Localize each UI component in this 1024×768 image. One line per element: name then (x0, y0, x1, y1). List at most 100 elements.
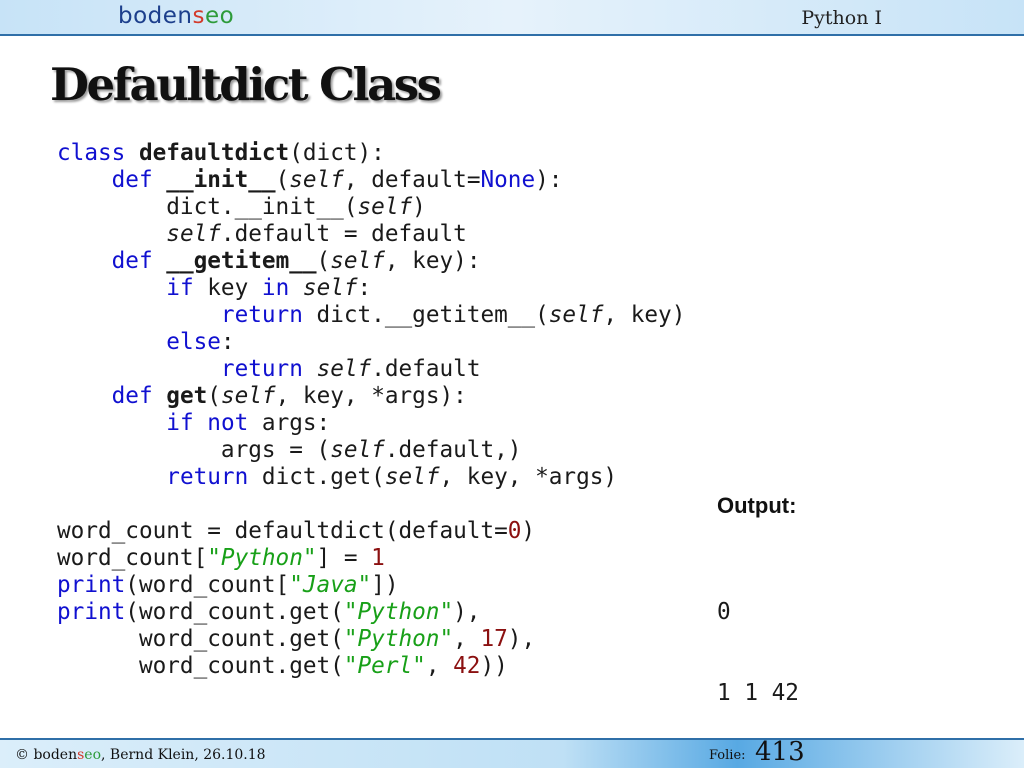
code-token: .default (371, 356, 481, 382)
code-line: args = (self.default,) (57, 437, 685, 464)
code-token: 17 (480, 626, 508, 652)
code-token: class (57, 140, 126, 166)
code-line: if not args: (57, 410, 685, 437)
code-token: def (111, 383, 153, 409)
code-line: word_count = defaultdict(default=0) (57, 518, 685, 545)
code-token: ( (275, 167, 290, 193)
bodenseo-logo: bodenseo (118, 3, 234, 29)
code-token: else (166, 329, 221, 355)
code-token: ) (521, 518, 536, 544)
code-token: def (111, 248, 153, 274)
code-token: (word_count[ (125, 572, 290, 598)
code-token: 42 (453, 653, 481, 679)
output-block: 0 1 1 42 (717, 545, 799, 734)
code-token: return (220, 356, 303, 382)
output-label: Output: (717, 493, 797, 518)
code-token: dict.get( (248, 464, 385, 490)
code-token: self (330, 248, 385, 274)
code-token: self (548, 302, 604, 328)
brand-part-3: eo (84, 747, 102, 763)
code-token: ]) (371, 572, 399, 598)
code-line: word_count.get("Perl", 42)) (57, 653, 685, 680)
code-line: if key in self: (57, 275, 685, 302)
code-token: self (302, 275, 358, 301)
code-token: return (166, 464, 249, 490)
code-token: ), (453, 599, 481, 625)
code-token: dict.__init__( (57, 194, 358, 220)
slide-number: 413 (755, 737, 805, 767)
logo-part-2: s (192, 3, 205, 29)
code-token: 1 (371, 545, 385, 571)
output-line: 0 (717, 599, 731, 625)
slide-title: Defaultdict Class (50, 58, 442, 111)
output-line: 1 1 42 (717, 680, 799, 706)
code-token: self (166, 221, 221, 247)
code-token: __init__ (166, 167, 276, 193)
code-token: self (357, 194, 413, 220)
code-token: def (111, 167, 153, 193)
code-token: ), (507, 626, 536, 652)
code-token: , key, *args) (439, 464, 618, 490)
code-token: ] = (316, 545, 372, 571)
code-token: print (57, 599, 126, 625)
logo-part-1: boden (118, 3, 193, 29)
author-date: , Bernd Klein, 26.10.18 (101, 747, 266, 763)
code-token: ): (535, 167, 563, 193)
code-line: dict.__init__(self) (57, 194, 685, 221)
code-line: class defaultdict(dict): (57, 140, 685, 167)
code-token: : (357, 275, 372, 301)
code-token: ( (316, 248, 331, 274)
code-token: word_count[ (57, 545, 208, 571)
code-token: word_count.get( (57, 653, 344, 679)
code-line: print(word_count["Java"]) (57, 572, 685, 599)
code-line: word_count["Python"] = 1 (57, 545, 685, 572)
code-token: (dict): (289, 140, 385, 166)
code-token: "Python" (343, 626, 454, 652)
code-token: self (316, 356, 372, 382)
course-title: Python I (801, 7, 882, 29)
code-token: , key): (384, 248, 481, 274)
code-line: print(word_count.get("Python"), (57, 599, 685, 626)
code-token: in (261, 275, 290, 301)
code-token: args: (248, 410, 331, 436)
code-token: return (220, 302, 303, 328)
footer-copyright: © bodenseo, Bernd Klein, 26.10.18 (15, 747, 266, 763)
logo-part-3: eo (204, 3, 235, 29)
code-token: "Python" (343, 599, 454, 625)
code-token: None (480, 167, 536, 193)
code-token: self (220, 383, 276, 409)
code-token: __getitem__ (166, 248, 317, 274)
code-token: args = ( (57, 437, 331, 463)
code-token: (word_count.get( (125, 599, 344, 625)
code-token: word_count = defaultdict(default= (57, 518, 508, 544)
code-line: def get(self, key, *args): (57, 383, 685, 410)
code-block: class defaultdict(dict): def __init__(se… (57, 140, 685, 680)
code-token: , (453, 626, 481, 652)
copyright-symbol: © (15, 747, 34, 763)
header-bar: bodenseo Python I (0, 0, 1024, 36)
code-token: )) (480, 653, 508, 679)
code-line: def __init__(self, default=None): (57, 167, 685, 194)
code-line: return self.default (57, 356, 685, 383)
code-line: else: (57, 329, 685, 356)
brand-part-1: boden (33, 747, 78, 763)
code-token: key (193, 275, 262, 301)
code-line: return dict.__getitem__(self, key) (57, 302, 685, 329)
code-token: "Python" (207, 545, 317, 571)
code-token: 0 (507, 518, 522, 544)
code-token: "Java" (289, 572, 372, 598)
code-token: if (166, 275, 194, 301)
code-token: if (166, 410, 194, 436)
